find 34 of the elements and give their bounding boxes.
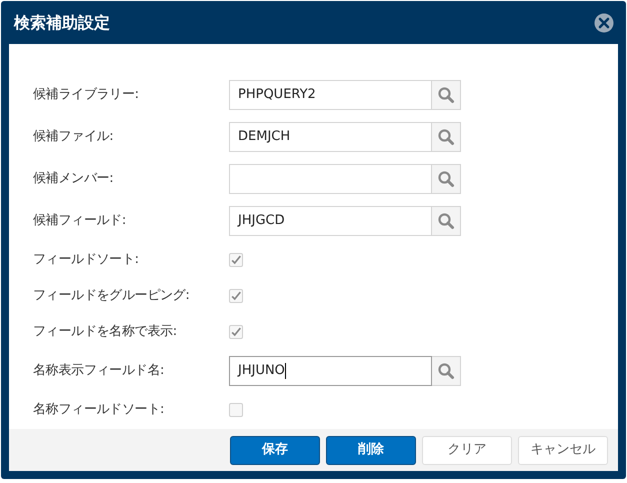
search-icon (437, 128, 455, 146)
search-button[interactable] (432, 164, 461, 194)
search-icon (437, 86, 455, 104)
search-icon (437, 362, 455, 380)
text-field[interactable]: PHPQUERY2 (229, 80, 432, 110)
field-label: 候補メンバー: (33, 170, 114, 188)
search-button[interactable] (432, 80, 461, 110)
checkbox[interactable] (229, 403, 243, 417)
text-field[interactable]: DEMJCH (229, 122, 432, 152)
search-icon (437, 212, 455, 230)
window-title: 検索補助設定 (12, 12, 110, 34)
search-icon (437, 170, 455, 188)
text-field[interactable] (229, 164, 432, 194)
dialog-button[interactable]: 保存 (230, 436, 320, 464)
dialog-button[interactable]: キャンセル (518, 436, 608, 464)
field-label: 名称表示フィールド名: (33, 362, 166, 380)
text-field[interactable]: JHJUNO (229, 356, 432, 386)
checkbox[interactable] (229, 289, 243, 303)
search-button[interactable] (432, 356, 461, 386)
field-label: フィールドをグルーピング: (33, 287, 190, 306)
dialog-button[interactable]: クリア (422, 436, 512, 464)
field-label: 候補ファイル: (33, 128, 114, 146)
field-label: フィールドソート: (33, 251, 140, 270)
field-label: 候補ライブラリー: (33, 86, 140, 104)
checkbox[interactable] (229, 325, 243, 339)
field-label: 名称フィールドソート: (33, 401, 166, 420)
dialog-button[interactable]: 削除 (326, 436, 416, 464)
checkbox[interactable] (229, 253, 243, 267)
search-button[interactable] (432, 206, 461, 236)
field-label: フィールドを名称で表示: (33, 323, 178, 342)
search-button[interactable] (432, 122, 461, 152)
field-label: 候補フィールド: (33, 212, 127, 230)
text-field[interactable]: JHJGCD (229, 206, 432, 236)
close-icon[interactable] (594, 12, 614, 32)
